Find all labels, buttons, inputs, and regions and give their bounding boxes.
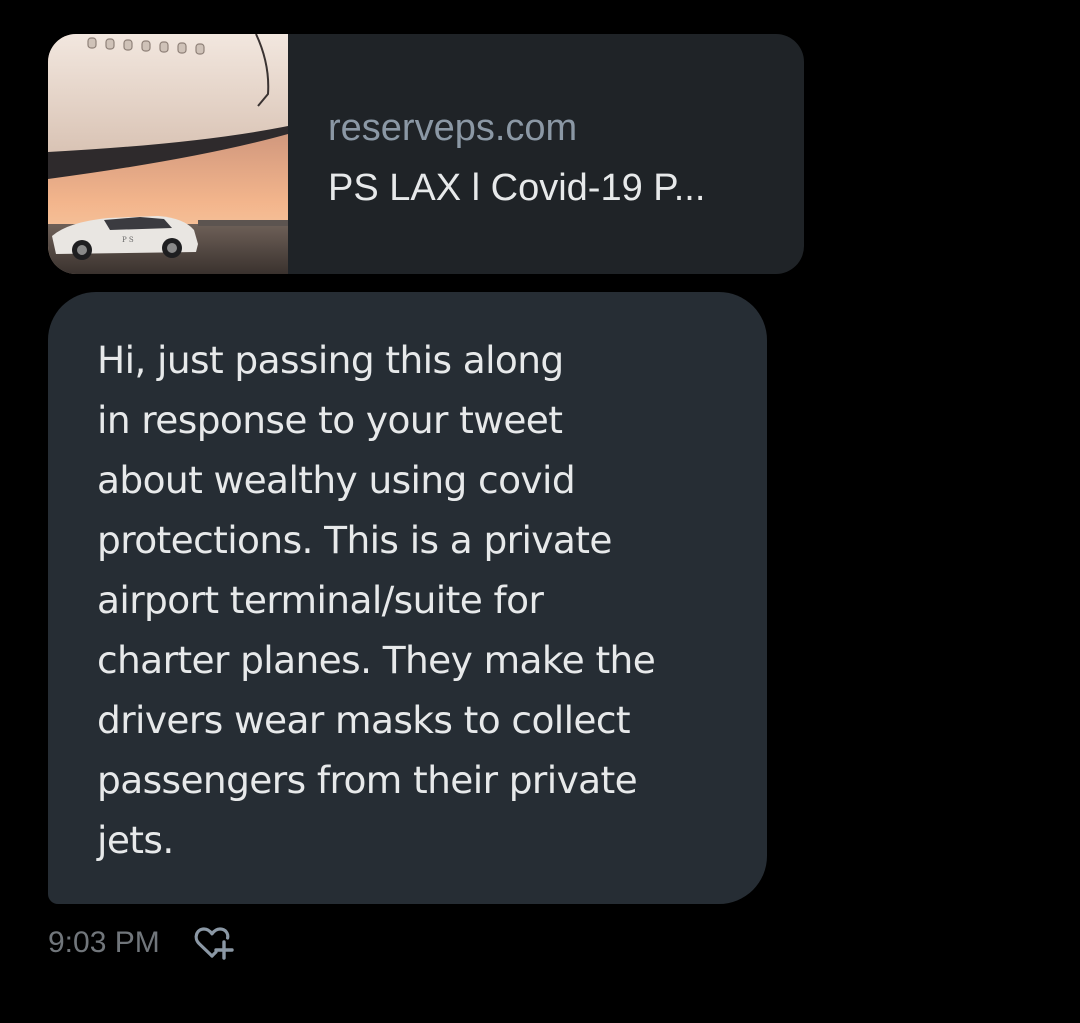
message-meta: 9:03 PM [48, 918, 236, 968]
message-line: airport terminal/suite for [97, 578, 544, 622]
message-line: passengers from their private [97, 758, 638, 802]
link-preview-card[interactable]: P S reserveps.com PS LAX l Covid-19 P... [48, 34, 804, 274]
message-line: charter planes. They make the [97, 638, 656, 682]
message-line: drivers wear masks to collect [97, 698, 631, 742]
message-line: about wealthy using covid [97, 458, 576, 502]
message-line: in response to your tweet [97, 398, 563, 442]
link-domain: reserveps.com [328, 107, 578, 149]
message-line: protections. This is a private [97, 518, 612, 562]
message-line: jets. [97, 818, 174, 862]
svg-text:P S: P S [122, 236, 134, 244]
heart-plus-icon[interactable] [188, 919, 236, 967]
message-bubble[interactable]: Hi, just passing this along in response … [48, 292, 767, 904]
message-line: Hi, just passing this along [97, 338, 564, 382]
link-preview-thumbnail: P S [48, 34, 288, 274]
message-timestamp: 9:03 PM [48, 926, 160, 959]
message-text: Hi, just passing this along in response … [97, 330, 727, 870]
link-title: PS LAX l Covid-19 P... [328, 167, 706, 209]
